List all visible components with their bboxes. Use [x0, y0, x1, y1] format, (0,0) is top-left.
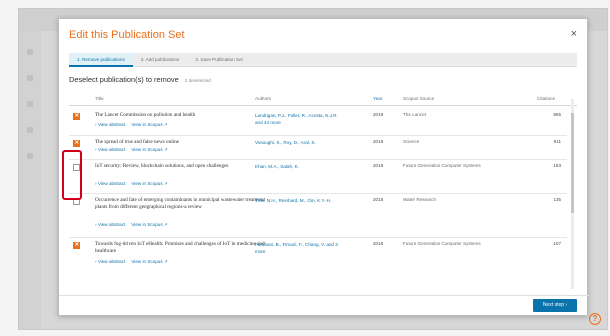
publication-title[interactable]: The spread of true and false news online [95, 139, 271, 146]
sidebar-icon [27, 127, 33, 133]
sidebar-icon [27, 49, 33, 55]
section-subtitle: Deselect publication(s) to remove 2 dese… [69, 75, 211, 84]
table-header: Title Authors Year Scopus Source Citatio… [69, 92, 577, 106]
row-divider [69, 135, 567, 136]
step-tabs: 1. Remove publications 2. Add publicatio… [69, 53, 577, 67]
view-in-scopus-link[interactable]: View in Scopus [131, 122, 162, 127]
column-year[interactable]: Year [373, 96, 382, 101]
publication-citations: 911 [553, 139, 561, 144]
publication-year: 2018 [373, 163, 384, 168]
step-save-publication-set[interactable]: 3. Save Publication Set [187, 53, 251, 67]
row-links: › View abstract View in Scopus ↗ [95, 181, 168, 187]
publication-title[interactable]: Towards fog-driven IoT eHealth: Promises… [95, 241, 271, 255]
publication-authors[interactable]: Farahani, B., Firouzi, F., Chang, V. and… [255, 241, 341, 255]
next-step-button[interactable]: Next step › [533, 299, 577, 312]
background-sidebar [19, 31, 41, 329]
view-in-scopus-link[interactable]: View in Scopus [131, 147, 162, 152]
publication-year: 2018 [373, 112, 384, 117]
publication-year: 2018 [373, 197, 384, 202]
checkbox-icon[interactable] [73, 113, 80, 120]
chevron-right-icon: › [95, 259, 97, 264]
help-icon[interactable]: ? [589, 313, 601, 325]
row-links: › View abstract View in Scopus ↗ [95, 259, 168, 265]
external-link-icon: ↗ [162, 222, 168, 227]
row-divider [69, 237, 567, 238]
chevron-right-icon: › [95, 122, 97, 127]
publication-title[interactable]: IoT security: Review, blockchain solutio… [95, 163, 271, 170]
publication-source: Future Generation Computer Systems [403, 241, 481, 246]
step-add-publications[interactable]: 2. Add publications [133, 53, 188, 67]
view-abstract-link[interactable]: View abstract [98, 259, 126, 264]
list-scrollbar[interactable] [571, 99, 574, 289]
view-abstract-link[interactable]: View abstract [98, 147, 126, 152]
checkbox-icon[interactable] [73, 242, 80, 249]
column-citations[interactable]: Citations [537, 96, 555, 101]
sidebar-icon [27, 75, 33, 81]
table-row: The Lancet Commission on pollution and h… [69, 111, 567, 133]
publication-source: The Lancet [403, 112, 426, 117]
row-links: › View abstract View in Scopus ↗ [95, 122, 168, 128]
external-link-icon: ↗ [162, 147, 168, 152]
publication-year: 2018 [373, 139, 384, 144]
publication-source: Science [403, 139, 420, 144]
table-row: The spread of true and false news online… [69, 138, 567, 160]
deselected-count: 2 deselected [184, 78, 211, 83]
publication-authors[interactable]: Tran, N.H., Reinhard, M., Gin, K.Y.-H. [255, 197, 341, 204]
chevron-right-icon: › [95, 181, 97, 186]
row-divider [69, 193, 567, 194]
column-authors[interactable]: Authors [255, 96, 271, 101]
annotation-highlight-box [62, 150, 82, 200]
publication-title[interactable]: Occurrence and fate of emerging contamin… [95, 197, 271, 211]
publication-citations: 955 [553, 112, 561, 117]
view-in-scopus-link[interactable]: View in Scopus [131, 181, 162, 186]
step-remove-publications[interactable]: 1. Remove publications [69, 53, 133, 67]
publication-authors[interactable]: Khan, M.A., Salah, K. [255, 163, 341, 170]
checkbox-icon[interactable] [73, 140, 80, 147]
column-title[interactable]: Title [95, 96, 104, 101]
view-abstract-link[interactable]: View abstract [98, 122, 126, 127]
chevron-right-icon: › [95, 147, 97, 152]
external-link-icon: ↗ [162, 122, 168, 127]
column-scopus-source[interactable]: Scopus Source [403, 96, 434, 101]
publication-authors[interactable]: Landrigan, P.J., Fuller, R., Acosta, N.J… [255, 112, 341, 126]
modal-title: Edit this Publication Set [69, 29, 185, 41]
view-in-scopus-link[interactable]: View in Scopus [131, 259, 162, 264]
chevron-right-icon: › [95, 222, 97, 227]
view-abstract-link[interactable]: View abstract [98, 222, 126, 227]
table-row: Occurrence and fate of emerging contamin… [69, 196, 567, 236]
scrollbar-thumb[interactable] [571, 113, 574, 213]
publication-citations: 107 [553, 241, 561, 246]
sidebar-icon [27, 153, 33, 159]
publication-citations: 183 [553, 163, 561, 168]
row-links: › View abstract View in Scopus ↗ [95, 222, 168, 228]
sidebar-icon [27, 101, 33, 107]
footer-divider [59, 295, 589, 296]
publication-authors[interactable]: Vosoughi, S., Roy, D., Aral, S. [255, 139, 341, 146]
publication-source: Water Research [403, 197, 437, 202]
table-row: IoT security: Review, blockchain solutio… [69, 162, 567, 192]
publication-citations: 135 [553, 197, 561, 202]
view-abstract-link[interactable]: View abstract [98, 181, 126, 186]
view-in-scopus-link[interactable]: View in Scopus [131, 222, 162, 227]
external-link-icon: ↗ [162, 259, 168, 264]
row-divider [69, 159, 567, 160]
publication-title[interactable]: The Lancet Commission on pollution and h… [95, 112, 271, 119]
subtitle-text: Deselect publication(s) to remove [69, 75, 179, 84]
edit-publication-set-modal: Edit this Publication Set × 1. Remove pu… [58, 18, 589, 316]
row-links: › View abstract View in Scopus ↗ [95, 147, 168, 153]
external-link-icon: ↗ [162, 181, 168, 186]
close-icon[interactable]: × [571, 28, 577, 40]
publication-year: 2018 [373, 241, 384, 246]
table-row: Towards fog-driven IoT eHealth: Promises… [69, 240, 567, 270]
publication-source: Future Generation Computer Systems [403, 163, 481, 168]
